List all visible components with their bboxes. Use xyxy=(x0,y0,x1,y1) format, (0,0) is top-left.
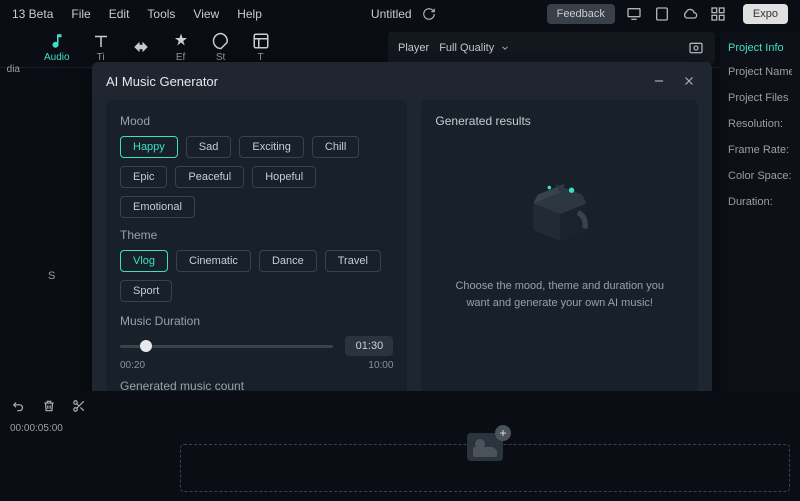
mood-chip-exciting[interactable]: Exciting xyxy=(239,136,304,158)
mood-chips: Happy Sad Exciting Chill Epic Peaceful H… xyxy=(120,136,393,218)
undo-icon[interactable] xyxy=(10,397,28,415)
theme-chip-cinematic[interactable]: Cinematic xyxy=(176,250,251,272)
export-button[interactable]: Expo xyxy=(743,4,788,24)
duration-max: 10:00 xyxy=(368,360,393,371)
info-resolution: Resolution: xyxy=(728,118,792,130)
duration-value: 01:30 xyxy=(345,336,393,356)
device-icon[interactable] xyxy=(653,5,671,23)
timeline-drop-zone[interactable]: + xyxy=(180,444,790,492)
project-info-panel: Project Info Project Name: Project Files… xyxy=(720,32,800,432)
menu-edit[interactable]: Edit xyxy=(109,7,130,21)
feedback-button[interactable]: Feedback xyxy=(547,4,615,24)
info-colorspace: Color Space: xyxy=(728,170,792,182)
info-framerate: Frame Rate: xyxy=(728,144,792,156)
version-label: 13 Beta xyxy=(12,7,53,21)
results-description: Choose the mood, theme and duration you … xyxy=(435,278,684,311)
modal-title: AI Music Generator xyxy=(106,74,218,89)
tab-audio[interactable]: Audio xyxy=(44,32,70,63)
close-icon[interactable] xyxy=(680,72,698,90)
tab-label: Audio xyxy=(44,52,70,63)
chevron-down-icon xyxy=(500,43,510,53)
duration-min: 00:20 xyxy=(120,360,145,371)
ai-music-generator-modal: AI Music Generator Mood Happy Sad Exciti… xyxy=(92,62,712,442)
menu-view[interactable]: View xyxy=(193,7,219,21)
mood-chip-chill[interactable]: Chill xyxy=(312,136,359,158)
tab-media-truncated[interactable]: dia xyxy=(0,60,20,75)
info-files-location: Project Files Loc xyxy=(728,92,792,104)
tab-templates[interactable]: T xyxy=(252,32,270,63)
mood-label: Mood xyxy=(120,114,393,128)
cloud-icon[interactable] xyxy=(681,5,699,23)
menu-tools[interactable]: Tools xyxy=(147,7,175,21)
duration-slider[interactable] xyxy=(120,337,333,355)
grid-icon[interactable] xyxy=(709,5,727,23)
timeline-timecode: 00:00:05:00 xyxy=(0,421,800,436)
tab-stickers[interactable]: St xyxy=(212,32,230,63)
trash-icon[interactable] xyxy=(40,397,58,415)
add-media-icon[interactable]: + xyxy=(495,425,511,441)
mood-chip-sad[interactable]: Sad xyxy=(186,136,232,158)
sync-icon[interactable] xyxy=(420,5,438,23)
mood-chip-happy[interactable]: Happy xyxy=(120,136,178,158)
mood-chip-peaceful[interactable]: Peaceful xyxy=(175,166,244,188)
quality-value: Full Quality xyxy=(439,42,494,54)
side-truncated-label: S xyxy=(48,270,55,282)
theme-label: Theme xyxy=(120,228,393,242)
mood-chip-hopeful[interactable]: Hopeful xyxy=(252,166,316,188)
theme-chip-vlog[interactable]: Vlog xyxy=(120,250,168,272)
document-title: Untitled xyxy=(371,7,412,21)
menu-help[interactable]: Help xyxy=(237,7,262,21)
player-bar: Player Full Quality xyxy=(388,32,715,64)
theme-chips: Vlog Cinematic Dance Travel Sport xyxy=(120,250,393,302)
info-duration: Duration: xyxy=(728,196,792,208)
tab-effects[interactable]: Ef xyxy=(172,32,190,63)
player-label: Player xyxy=(398,42,429,54)
scissors-icon[interactable] xyxy=(70,397,88,415)
quality-dropdown[interactable]: Full Quality xyxy=(439,42,510,54)
project-info-title: Project Info xyxy=(728,42,792,54)
duration-label: Music Duration xyxy=(120,314,393,328)
mood-chip-epic[interactable]: Epic xyxy=(120,166,167,188)
theme-chip-travel[interactable]: Travel xyxy=(325,250,381,272)
tab-titles[interactable]: Ti xyxy=(92,32,110,63)
results-title: Generated results xyxy=(435,114,530,128)
mood-chip-emotional[interactable]: Emotional xyxy=(120,196,195,218)
menubar: 13 Beta File Edit Tools View Help Untitl… xyxy=(0,0,800,28)
minimize-icon[interactable] xyxy=(650,72,668,90)
timeline: 00:00:05:00 + xyxy=(0,391,800,501)
snapshot-icon[interactable] xyxy=(687,39,705,57)
media-placeholder-icon[interactable]: + xyxy=(467,433,503,461)
theme-chip-sport[interactable]: Sport xyxy=(120,280,172,302)
tab-transitions[interactable] xyxy=(132,38,150,58)
menu-file[interactable]: File xyxy=(71,7,90,21)
info-project-name: Project Name: xyxy=(728,66,792,78)
gift-box-icon xyxy=(515,168,605,248)
theme-chip-dance[interactable]: Dance xyxy=(259,250,317,272)
screen-icon[interactable] xyxy=(625,5,643,23)
